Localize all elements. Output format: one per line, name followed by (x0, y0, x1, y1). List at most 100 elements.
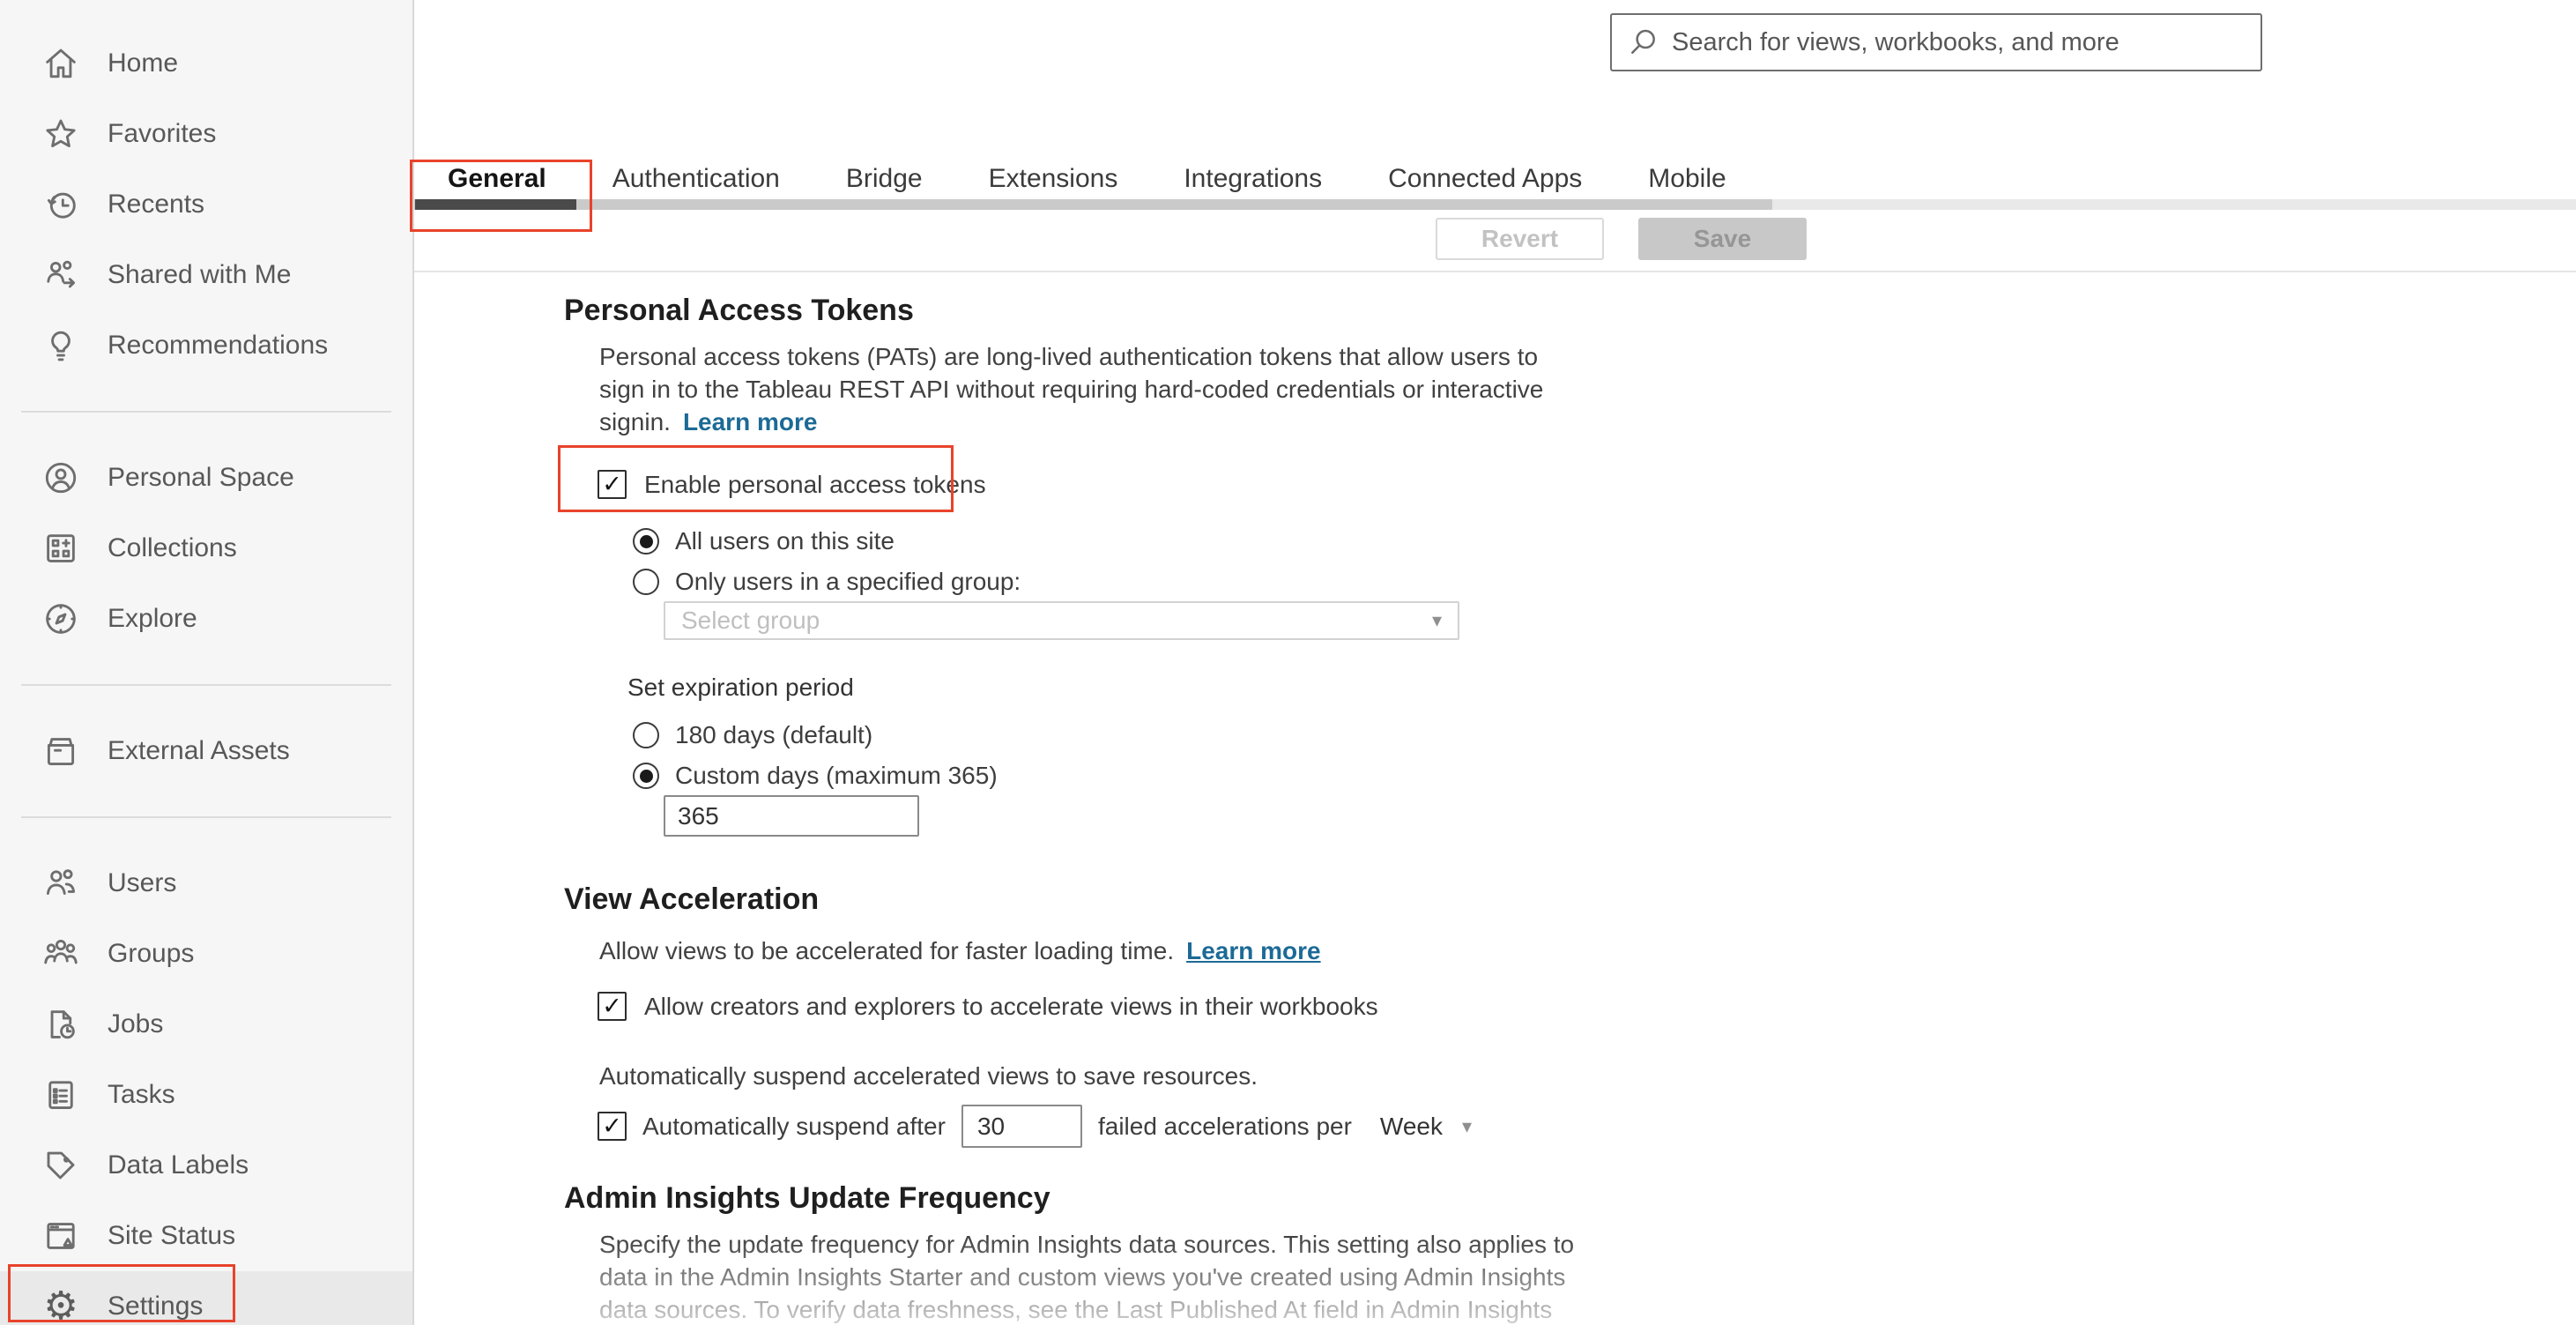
sidebar-item-label: Tasks (108, 1080, 175, 1109)
enable-pat-checkbox[interactable]: ✓ (598, 470, 627, 499)
sidebar-item-label: Users (108, 868, 177, 897)
lightbulb-icon (51, 331, 71, 361)
sidebar-item-tasks[interactable]: Tasks (0, 1060, 412, 1130)
view-acceleration-description-text: Allow views to be accelerated for faster… (599, 937, 1175, 964)
suspend-period-dropdown[interactable]: Week ▾ (1380, 1113, 1472, 1141)
allow-acceleration-row: ✓ Allow creators and explorers to accele… (598, 992, 2576, 1021)
star-icon (46, 119, 76, 148)
sidebar-item-site-status[interactable]: Site Status (0, 1201, 412, 1271)
sidebar-item-favorites[interactable]: Favorites (0, 99, 412, 169)
custom-days-input[interactable] (664, 795, 919, 837)
auto-suspend-prefix-label: Automatically suspend after (642, 1112, 946, 1140)
sidebar-item-home[interactable]: Home (0, 28, 412, 99)
task-list-icon (48, 1081, 73, 1110)
pat-description-line: Personal access tokens (PATs) are long-l… (599, 343, 1539, 370)
tableau-settings-page: Home Favorites Recents Shared with Me Re… (0, 0, 2576, 1325)
failed-accelerations-input[interactable] (961, 1105, 1082, 1148)
sidebar-item-external-assets[interactable]: External Assets (0, 716, 412, 786)
compass-icon (46, 604, 76, 634)
tab-authentication[interactable]: Authentication (612, 164, 780, 194)
enable-pat-row: ✓ Enable personal access tokens (558, 445, 986, 512)
allow-acceleration-label: Allow creators and explorers to accelera… (644, 992, 1378, 1020)
tab-mobile[interactable]: Mobile (1648, 164, 1726, 194)
suspend-intro-text: Automatically suspend accelerated views … (599, 1062, 1258, 1090)
sidebar-item-label: Groups (108, 939, 195, 968)
tag-icon (47, 1151, 75, 1180)
groups-icon (44, 939, 78, 964)
checkmark-icon: ✓ (602, 471, 622, 497)
annotation-box-general-tab (410, 160, 592, 232)
tab-extensions[interactable]: Extensions (989, 164, 1118, 194)
auto-suspend-checkbox[interactable]: ✓ (598, 1112, 627, 1141)
pat-description-line: signin. Learn more (599, 406, 2576, 438)
radio-custom-days[interactable]: Custom days (maximum 365) (633, 762, 2576, 790)
auto-suspend-row: ✓ Automatically suspend after failed acc… (598, 1105, 2576, 1148)
sidebar-item-label: Favorites (108, 119, 217, 148)
sidebar-group-assets: External Assets (0, 716, 412, 786)
sidebar-item-label: Jobs (108, 1009, 164, 1038)
radio-180-days[interactable]: 180 days (default) (633, 721, 2576, 749)
gear-icon: ⚙ (43, 1284, 78, 1325)
radio-selected-icon (633, 528, 659, 555)
admin-insights-section-title: Admin Insights Update Frequency (564, 1181, 1050, 1215)
tab-row: General Authentication Bridge Extensions… (448, 164, 1726, 194)
view-acceleration-section-title: View Acceleration (564, 882, 820, 916)
tab-track-active (414, 199, 1772, 210)
sidebar-item-explore[interactable]: Explore (0, 584, 412, 654)
radio-all-users[interactable]: All users on this site (633, 527, 2576, 555)
sidebar-group-admin: Users Groups Jobs Tasks Data Labels Site… (0, 848, 412, 1325)
sidebar-item-recommendations[interactable]: Recommendations (0, 310, 412, 381)
sidebar-item-label: Shared with Me (108, 260, 292, 289)
tab-connected-apps[interactable]: Connected Apps (1388, 164, 1582, 194)
settings-content: Personal Access Tokens Personal access t… (414, 272, 2576, 1325)
allow-acceleration-checkbox[interactable]: ✓ (598, 992, 627, 1021)
radio-unselected-icon (633, 569, 659, 595)
sidebar-group-spaces: Personal Space Collections Explore (0, 443, 412, 654)
radio-180-days-label: 180 days (default) (675, 721, 873, 748)
checkmark-icon: ✓ (602, 993, 622, 1019)
tab-integrations[interactable]: Integrations (1184, 164, 1322, 194)
sidebar-item-label: External Assets (108, 736, 290, 765)
pat-section-title: Personal Access Tokens (564, 294, 914, 327)
save-button[interactable]: Save (1638, 218, 1807, 260)
sidebar-item-label: Site Status (108, 1221, 236, 1250)
radio-unselected-icon (633, 722, 659, 748)
home-icon (46, 48, 76, 78)
sidebar-item-groups[interactable]: Groups (0, 919, 412, 989)
sidebar-item-label: Settings (108, 1292, 204, 1321)
revert-button[interactable]: Revert (1436, 218, 1604, 260)
chevron-down-icon: ▾ (1431, 609, 1442, 631)
collections-grid-icon (47, 534, 75, 562)
tab-bridge[interactable]: Bridge (846, 164, 923, 194)
sidebar-item-label: Home (108, 48, 179, 78)
sidebar-item-jobs[interactable]: Jobs (0, 989, 412, 1060)
sidebar-item-personal-space[interactable]: Personal Space (0, 443, 412, 513)
settings-tabs-zone: General Authentication Bridge Extensions… (410, 0, 2576, 282)
history-clock-icon (47, 192, 76, 219)
view-acceleration-description: Allow views to be accelerated for faster… (599, 934, 2576, 967)
select-group-dropdown[interactable]: Select group ▾ (664, 601, 1459, 640)
expiration-period-label: Set expiration period (627, 674, 854, 701)
sidebar: Home Favorites Recents Shared with Me Re… (0, 0, 414, 1325)
sidebar-item-recents[interactable]: Recents (0, 169, 412, 240)
view-acceleration-learn-more-link[interactable]: Learn more (1186, 937, 1321, 964)
admin-insights-description-line: data sources. To verify data freshness, … (599, 1296, 1553, 1323)
sidebar-item-shared-with-me[interactable]: Shared with Me (0, 240, 412, 310)
radio-specified-group[interactable]: Only users in a specified group: (633, 568, 2576, 596)
pat-description-tail: signin. (599, 408, 671, 435)
admin-insights-description-line: data in the Admin Insights Starter and c… (599, 1263, 1566, 1291)
sidebar-item-label: Collections (108, 533, 237, 562)
select-group-placeholder: Select group (681, 607, 820, 634)
sidebar-item-collections[interactable]: Collections (0, 513, 412, 584)
sidebar-item-data-labels[interactable]: Data Labels (0, 1130, 412, 1201)
suspend-period-value: Week (1379, 1112, 1443, 1140)
pat-learn-more-link[interactable]: Learn more (683, 408, 818, 435)
radio-selected-icon (633, 763, 659, 789)
expiration-radio-group: 180 days (default) Custom days (maximum … (633, 721, 2576, 790)
chevron-down-icon: ▾ (1462, 1114, 1473, 1137)
pat-description-line: sign in to the Tableau REST API without … (599, 376, 1544, 403)
sidebar-item-label: Explore (108, 604, 197, 633)
sidebar-item-users[interactable]: Users (0, 848, 412, 919)
sidebar-item-settings[interactable]: ⚙ Settings (0, 1264, 412, 1325)
admin-insights-description-line: Specify the update frequency for Admin I… (599, 1231, 1575, 1258)
